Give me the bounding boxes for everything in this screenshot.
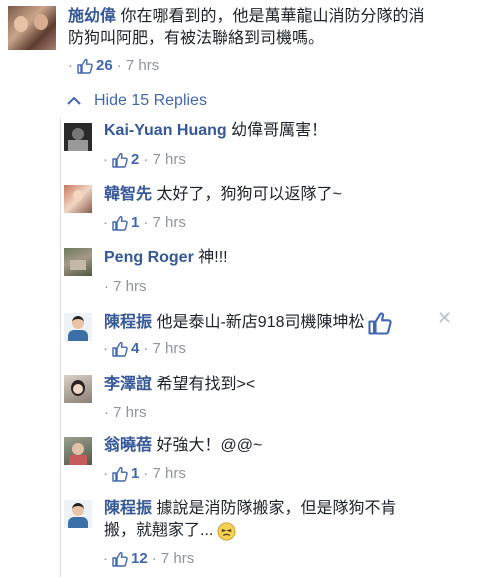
avatar[interactable] — [64, 123, 92, 151]
reply-text: 幼偉哥厲害！ — [231, 122, 328, 139]
separator-dot: · — [103, 151, 108, 168]
like-icon[interactable] — [112, 341, 128, 357]
reply-text: 希望有找到>< — [156, 376, 256, 393]
reply-meta: · 1 · 7 hrs — [103, 214, 186, 231]
timestamp[interactable]: · 7 hrs — [117, 57, 160, 74]
avatar[interactable] — [64, 185, 92, 213]
reply-body: 陳程振 據說是消防隊搬家，但是隊狗不肯 搬，就翹家了... — [104, 498, 474, 542]
avatar[interactable] — [8, 6, 56, 50]
timestamp[interactable]: · 7 hrs — [143, 340, 186, 357]
avatar[interactable] — [64, 248, 92, 276]
author-name[interactable]: 施幼偉 — [68, 8, 116, 25]
timestamp[interactable]: · 7 hrs — [143, 465, 186, 482]
timestamp[interactable]: · 7 hrs — [104, 404, 147, 421]
reply-body: 韓智先 太好了，狗狗可以返隊了~ — [104, 184, 342, 206]
like-count[interactable]: 26 — [96, 57, 113, 74]
reply-body: 李澤誼 希望有找到>< — [104, 374, 255, 396]
reply-meta: · 7 hrs — [104, 278, 147, 295]
separator-dot: · — [103, 214, 108, 231]
chevron-up-icon — [67, 96, 81, 105]
reply-text: 太好了，狗狗可以返隊了~ — [156, 186, 342, 203]
hide-replies-label[interactable]: Hide 15 Replies — [94, 92, 207, 110]
reply-meta: · 4 · 7 hrs — [103, 340, 186, 357]
reply-text: 好強大！@@~ — [156, 437, 263, 454]
author-name[interactable]: Peng Roger — [104, 249, 194, 266]
comment-text: 你在哪看到的，他是萬華龍山消防分隊的消 — [120, 8, 425, 25]
comment-body: 施幼偉 你在哪看到的，他是萬華龍山消防分隊的消 防狗叫阿肥，有被法聯絡到司機嗎。 — [68, 6, 478, 50]
author-name[interactable]: 翁曉蓓 — [104, 437, 152, 454]
reply-meta: · 12 · 7 hrs — [103, 550, 194, 567]
avatar[interactable] — [64, 375, 92, 403]
like-count[interactable]: 12 — [131, 550, 148, 567]
avatar[interactable] — [64, 313, 92, 341]
reply-meta: · 7 hrs — [104, 404, 147, 421]
avatar[interactable] — [64, 437, 92, 465]
timestamp[interactable]: · 7 hrs — [143, 151, 186, 168]
reply-text: 他是泰山-新店918司機陳坤松 — [156, 314, 365, 331]
like-count[interactable]: 1 — [131, 214, 139, 231]
separator-dot: · — [103, 340, 108, 357]
reply-body: Kai-Yuan Huang 幼偉哥厲害！ — [104, 120, 327, 142]
comment-meta: · 26 · 7 hrs — [68, 57, 159, 74]
like-icon[interactable] — [77, 58, 93, 74]
reply-text: 搬，就翹家了... — [104, 522, 214, 539]
separator-dot: · — [103, 550, 108, 567]
close-icon[interactable]: ✕ — [437, 308, 452, 329]
like-icon[interactable] — [112, 466, 128, 482]
reply-meta: · 1 · 7 hrs — [103, 465, 186, 482]
comment-text: 防狗叫阿肥，有被法聯絡到司機嗎。 — [68, 30, 325, 47]
separator-dot: · — [103, 465, 108, 482]
like-count[interactable]: 2 — [131, 151, 139, 168]
timestamp[interactable]: · 7 hrs — [104, 278, 147, 295]
author-name[interactable]: 陳程振 — [104, 312, 152, 334]
reply-body: 陳程振 他是泰山-新店918司機陳坤松 — [104, 311, 392, 335]
timestamp[interactable]: · 7 hrs — [143, 214, 186, 231]
reply-text: 神!!! — [198, 249, 228, 266]
like-icon[interactable] — [112, 551, 128, 567]
reply-body: 翁曉蓓 好強大！@@~ — [104, 435, 262, 457]
like-icon[interactable] — [112, 152, 128, 168]
like-count[interactable]: 4 — [131, 340, 139, 357]
author-name[interactable]: 陳程振 — [104, 500, 152, 517]
reply-text: 據說是消防隊搬家，但是隊狗不肯 — [156, 500, 397, 517]
emoji-icon — [217, 521, 236, 541]
timestamp[interactable]: · 7 hrs — [152, 550, 195, 567]
reply-body: Peng Roger 神!!! — [104, 247, 228, 269]
reply-thread-line — [60, 118, 61, 577]
hide-replies-toggle[interactable]: Hide 15 Replies — [67, 92, 207, 110]
avatar[interactable] — [64, 500, 92, 528]
separator-dot: · — [68, 57, 73, 74]
author-name[interactable]: 李澤誼 — [104, 376, 152, 393]
author-name[interactable]: Kai-Yuan Huang — [104, 122, 227, 139]
like-icon[interactable] — [112, 215, 128, 231]
like-icon[interactable] — [368, 311, 392, 335]
like-count[interactable]: 1 — [131, 465, 139, 482]
author-name[interactable]: 韓智先 — [104, 186, 152, 203]
reply-meta: · 2 · 7 hrs — [103, 151, 186, 168]
